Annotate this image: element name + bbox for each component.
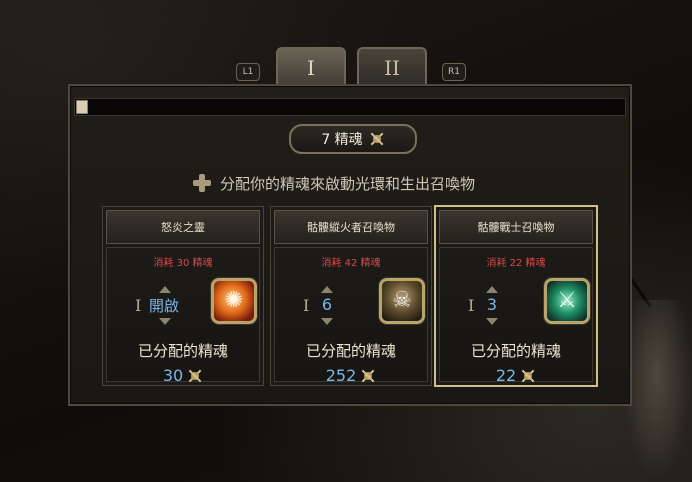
scroll-bar[interactable] [74,98,626,116]
left-bumper-hint: L1 [236,63,260,81]
level-value: 6 [321,295,333,314]
spirit-panel: 7 精魂 分配你的精魂來啟動光環和生出召喚物 怒炎之靈 消耗 30 精魂 I 開… [68,84,632,406]
card-wrath-spirit[interactable]: 怒炎之靈 消耗 30 精魂 I 開啟 ✺ 已分配的精魂 30 [102,206,264,386]
fire-spirit-icon: ✺ [211,278,257,324]
cost-label: 消耗 22 精魂 [486,258,546,269]
tab-page-1[interactable]: I [276,47,346,89]
dpad-icon [192,173,212,193]
chevron-up-icon[interactable] [159,286,171,293]
essence-icon [360,368,376,384]
card-skeleton-arsonist[interactable]: 骷髏縱火者召喚物 消耗 42 精魂 I 6 ☠ 已分配的精魂 252 [270,206,432,386]
essence-icon [187,368,203,384]
level-value: 開啟 [148,297,179,315]
tier-label: I [303,296,310,315]
card-skeleton-warrior[interactable]: 骷髏戰士召喚物 消耗 22 精魂 I 3 ⚔ 已分配的精魂 22 [434,205,598,387]
level-value: 3 [486,295,498,314]
instruction-hint: 分配你的精魂來啟動光環和生出召喚物 [192,172,475,194]
tab-page-2[interactable]: II [357,47,427,89]
allocated-number: 30 [162,366,184,385]
essence-count: 7 精魂 [321,132,363,148]
level-stepper[interactable]: I 6 [303,282,383,328]
card-body: 消耗 42 精魂 I 6 ☠ 已分配的精魂 252 [274,247,428,385]
skeleton-warrior-icon: ⚔ [544,278,590,324]
tier-label: I [135,296,142,315]
card-title: 骷髏縱火者召喚物 [274,210,428,244]
allocated-value: 252 [275,366,427,385]
level-stepper[interactable]: I 3 [468,282,548,328]
cost-label: 消耗 30 精魂 [153,258,213,269]
essence-icon [369,131,385,147]
card-body: 消耗 30 精魂 I 開啟 ✺ 已分配的精魂 30 [106,247,260,385]
right-bumper-hint: R1 [442,63,466,81]
allocated-number: 22 [495,366,517,385]
level-stepper[interactable]: I 開啟 [135,282,215,328]
card-title: 怒炎之靈 [106,210,260,244]
tier-label: I [468,296,475,315]
chevron-up-icon[interactable] [321,286,333,293]
allocated-value: 30 [107,366,259,385]
hint-text: 分配你的精魂來啟動光環和生出召喚物 [220,174,476,193]
card-body: 消耗 22 精魂 I 3 ⚔ 已分配的精魂 22 [439,247,593,385]
chevron-down-icon[interactable] [321,318,333,325]
card-title: 骷髏戰士召喚物 [439,210,593,244]
game-background: L1 I II R1 7 精魂 分配你的精魂來啟動光環和生出召喚物 怒炎之靈 消… [0,0,692,482]
chevron-up-icon[interactable] [486,286,498,293]
allocated-number: 252 [325,366,357,385]
chevron-down-icon[interactable] [159,318,171,325]
allocated-label: 已分配的精魂 [137,342,228,360]
allocated-label: 已分配的精魂 [305,342,396,360]
cost-label: 消耗 42 精魂 [321,258,381,269]
skeleton-arsonist-icon: ☠ [379,278,425,324]
allocated-value: 22 [440,366,592,385]
scroll-thumb[interactable] [76,100,88,114]
allocated-label: 已分配的精魂 [470,342,561,360]
chevron-down-icon[interactable] [486,318,498,325]
essence-counter: 7 精魂 [289,124,417,154]
background-statue [622,300,692,482]
essence-icon [520,368,536,384]
